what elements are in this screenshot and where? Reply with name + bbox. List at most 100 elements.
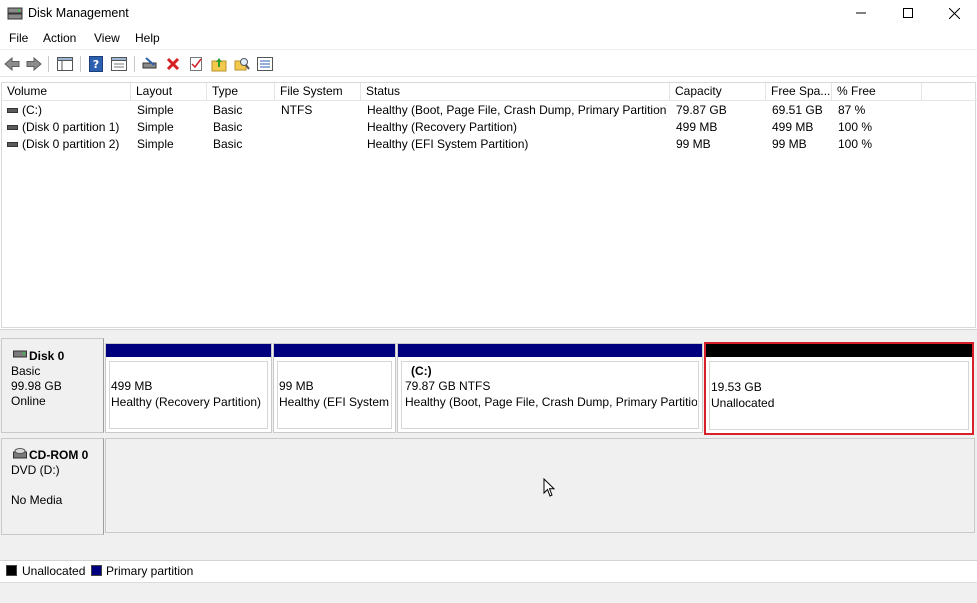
legend-swatch-unallocated <box>6 565 17 576</box>
legend-bar: Unallocated Primary partition <box>0 560 977 582</box>
partition-type-bar <box>106 344 271 357</box>
minimize-button[interactable] <box>838 0 884 26</box>
properties-icon[interactable] <box>110 55 128 73</box>
pane-splitter[interactable] <box>0 329 977 336</box>
partition-size: 99 MB <box>279 379 314 393</box>
title-bar: Disk Management <box>0 0 977 28</box>
volume-type: Basic <box>213 120 243 134</box>
volume-capacity: 99 MB <box>676 137 711 151</box>
legend-swatch-primary <box>91 565 102 576</box>
back-arrow-icon[interactable] <box>3 55 21 73</box>
volume-icon <box>7 108 18 113</box>
cdrom-drive: DVD (D:) <box>11 463 60 477</box>
partition-size: 19.53 GB <box>711 380 762 394</box>
partition-type-bar <box>274 344 395 357</box>
volume-capacity: 79.87 GB <box>676 103 727 117</box>
legend-label-primary: Primary partition <box>106 564 194 578</box>
column-header-type[interactable]: Type <box>207 83 275 101</box>
menu-file[interactable]: File <box>9 31 28 45</box>
partition-type-bar <box>706 344 972 357</box>
partition-efi[interactable]: 99 MB Healthy (EFI System <box>273 343 396 433</box>
column-header-percent-free[interactable]: % Free <box>832 83 922 101</box>
cdrom-media: No Media <box>11 493 63 507</box>
status-bar <box>0 582 977 603</box>
volume-status: Healthy (EFI System Partition) <box>367 137 529 151</box>
forward-arrow-icon[interactable] <box>25 55 43 73</box>
maximize-button[interactable] <box>885 0 931 26</box>
window-title: Disk Management <box>28 6 129 20</box>
volume-name: (C:) <box>22 103 42 117</box>
disk-management-icon <box>7 6 23 20</box>
volume-status: Healthy (Recovery Partition) <box>367 120 518 134</box>
disk-state: Online <box>11 394 46 408</box>
toolbar-separator <box>48 56 49 72</box>
menu-help[interactable]: Help <box>135 31 160 45</box>
menu-action[interactable]: Action <box>43 31 76 45</box>
volume-name: (Disk 0 partition 2) <box>22 137 120 151</box>
partition-status: Healthy (Boot, Page File, Crash Dump, Pr… <box>405 395 697 409</box>
partition-size: 79.87 GB NTFS <box>405 379 491 393</box>
column-header-volume[interactable]: Volume <box>2 83 131 101</box>
checklist-icon[interactable] <box>187 55 205 73</box>
connect-disk-icon[interactable] <box>141 55 159 73</box>
search-folder-icon[interactable] <box>233 55 251 73</box>
column-header-filler <box>922 83 977 101</box>
toolbar-separator <box>80 56 81 72</box>
partition-unallocated[interactable]: 19.53 GB Unallocated <box>704 342 974 435</box>
cd-drive-icon <box>13 448 27 459</box>
volume-free-space: 69.51 GB <box>772 103 823 117</box>
volume-free-space: 499 MB <box>772 120 814 134</box>
volume-layout: Simple <box>137 120 174 134</box>
volume-layout: Simple <box>137 103 174 117</box>
toolbar-separator <box>134 56 135 72</box>
volume-row[interactable]: (Disk 0 partition 1) Simple Basic Health… <box>2 119 977 136</box>
partition-size: 499 MB <box>111 379 153 393</box>
svg-text:?: ? <box>93 58 99 71</box>
partition-recovery[interactable]: 499 MB Healthy (Recovery Partition) <box>105 343 272 433</box>
column-header-free-space[interactable]: Free Spa... <box>766 83 832 101</box>
column-header-layout[interactable]: Layout <box>131 83 207 101</box>
mouse-pointer-icon <box>543 478 556 497</box>
volume-free-space: 99 MB <box>772 137 807 151</box>
column-header-status[interactable]: Status <box>361 83 670 101</box>
disk-graph-view: Disk 0 Basic 99.98 GB Online 499 MB Heal… <box>0 336 977 560</box>
volume-icon <box>7 125 18 130</box>
volume-percent-free: 100 % <box>838 120 873 134</box>
cdrom-media-area[interactable] <box>105 438 975 533</box>
partition-c-drive[interactable]: (C:) 79.87 GB NTFS Healthy (Boot, Page F… <box>397 343 703 433</box>
folder-up-icon[interactable] <box>210 55 228 73</box>
disk-0-label[interactable]: Disk 0 Basic 99.98 GB Online <box>1 338 104 433</box>
delete-icon[interactable] <box>164 55 182 73</box>
disk-name: Disk 0 <box>29 349 65 363</box>
toolbar: ? <box>0 51 977 77</box>
column-header-file-system[interactable]: File System <box>275 83 361 101</box>
menu-view[interactable]: View <box>94 31 120 45</box>
column-header-capacity[interactable]: Capacity <box>670 83 766 101</box>
volume-name: (Disk 0 partition 1) <box>22 120 120 134</box>
cdrom-name: CD-ROM 0 <box>29 448 89 462</box>
close-button[interactable] <box>931 0 977 26</box>
volume-capacity: 499 MB <box>676 120 718 134</box>
volume-file-system: NTFS <box>281 103 313 117</box>
volume-status: Healthy (Boot, Page File, Crash Dump, Pr… <box>367 103 667 117</box>
volume-type: Basic <box>213 137 243 151</box>
partition-type-bar <box>398 344 702 357</box>
partition-status: Unallocated <box>711 396 775 410</box>
help-icon[interactable]: ? <box>87 55 105 73</box>
disk-size: 99.98 GB <box>11 379 62 393</box>
hard-disk-icon <box>13 350 27 358</box>
volume-row[interactable]: (Disk 0 partition 2) Simple Basic Health… <box>2 136 977 153</box>
settings-list-icon[interactable] <box>256 55 274 73</box>
cdrom-0-label[interactable]: CD-ROM 0 DVD (D:) No Media <box>1 438 104 535</box>
volume-percent-free: 87 % <box>838 103 866 117</box>
volume-row[interactable]: (C:) Simple Basic NTFS Healthy (Boot, Pa… <box>2 102 977 119</box>
volume-icon <box>7 142 18 147</box>
volume-percent-free: 100 % <box>838 137 873 151</box>
menu-bar: File Action View Help <box>0 28 977 50</box>
partition-title: (C:) <box>411 364 432 378</box>
volume-type: Basic <box>213 103 243 117</box>
partition-status: Healthy (EFI System <box>279 395 390 409</box>
disk-type: Basic <box>11 364 41 378</box>
volume-list[interactable]: Volume Layout Type File System Status Ca… <box>1 82 977 328</box>
console-tree-icon[interactable] <box>56 55 74 73</box>
